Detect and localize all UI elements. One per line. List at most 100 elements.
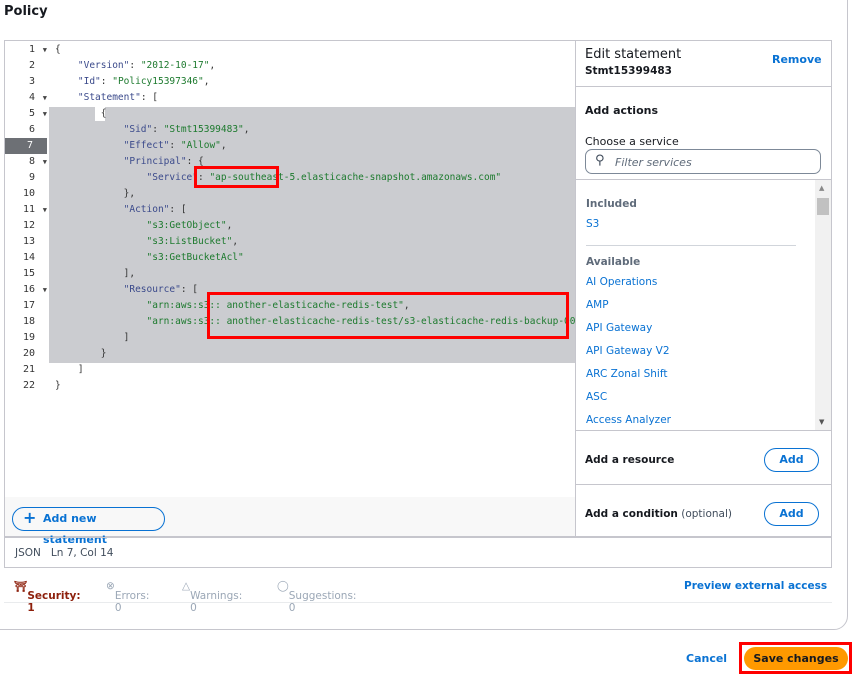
line-number: 21 [22,364,35,375]
service-item[interactable]: ARC Zonal Shift [586,368,667,380]
service-item[interactable]: API Gateway [586,322,652,334]
edit-statement-panel: Edit statement Stmt15399483 Remove Add a… [576,40,832,537]
code-line: "Statement": [ [77,92,158,103]
code-line: { [55,108,107,119]
statement-id: Stmt15399483 [585,65,672,77]
line-number: 7 [5,138,47,154]
divider [586,245,796,246]
add-resource-label: Add a resource [585,454,675,466]
line-number: 20 [22,348,35,359]
cursor-position: Ln 7, Col 14 [50,547,114,559]
code-line: { [55,44,61,55]
line-number: 13 [22,236,35,247]
line-number: 17 [22,300,35,311]
code-line: "s3:ListBucket", [146,236,239,247]
fold-arrow-icon[interactable]: ▼ [43,282,47,298]
fold-arrow-icon[interactable]: ▼ [43,90,47,106]
code-line: "Id": "Policy15397346", [77,76,210,87]
json-editor[interactable]: 1 ▼ 2 3 4 ▼ 5 ▼ 6 7 8 ▼ 9 10 11 ▼ 12 13 14 15 16 ▼ 17 18 19 20 21 2… [4,40,576,546]
errors-tab[interactable]: ⊗ Errors: 0 [106,580,149,614]
code-area[interactable]: { "Version": "2012-10-17", "Id": "Policy… [49,41,575,497]
line-number: 19 [22,332,35,343]
suggestions-tab[interactable]: ◯ Suggestions: 0 [277,580,356,614]
errors-count: Errors: 0 [114,590,150,614]
choose-service-label: Choose a service [585,135,679,148]
page-title: Policy [4,4,48,19]
code-line: }, [55,188,136,199]
service-list[interactable]: Included S3 Available ▲ ▼ AI Operations A… [576,179,831,431]
plus-icon: + [23,508,37,527]
scroll-down-icon[interactable]: ▼ [819,418,824,426]
panel-title: Edit statement [585,47,682,62]
line-gutter: 1 ▼ 2 3 4 ▼ 5 ▼ 6 7 8 ▼ 9 10 11 ▼ 12 13 14 15 16 ▼ 17 18 19 20 21 2… [5,41,49,497]
code-line: ] [55,332,130,343]
service-item[interactable]: Access Analyzer [586,414,671,426]
line-number: 16 ▼ [5,282,49,298]
line-number: 6 [28,124,35,135]
line-number: 1 ▼ [5,42,49,58]
suggestions-count: Suggestions: 0 [288,590,357,614]
code-line: "Sid": "Stmt15399483", [123,124,250,135]
filter-placeholder: Filter services [615,156,692,169]
line-number: 15 [22,268,35,279]
line-number: 9 [28,172,35,183]
fold-arrow-icon[interactable]: ▼ [43,202,47,218]
line-number: 10 [22,188,35,199]
add-resource-section: Add a resource Add [576,431,831,485]
scroll-up-icon[interactable]: ▲ [819,184,824,192]
fold-arrow-icon[interactable]: ▼ [43,154,47,170]
add-condition-label: Add a condition (optional) [585,508,732,520]
filter-services-input[interactable]: ⚲ Filter services [585,149,821,174]
code-line: ] [55,364,84,375]
add-condition-button[interactable]: Add [764,502,819,526]
code-line: "s3:GetBucketAcl" [146,252,244,263]
mode-label: JSON [15,547,41,559]
code-line: ], [55,268,136,279]
cancel-button[interactable]: Cancel [686,652,727,665]
fold-arrow-icon[interactable]: ▼ [43,42,47,58]
line-number: 4 ▼ [5,90,49,106]
line-number: 3 [28,76,35,87]
add-actions-heading: Add actions [585,104,658,117]
fold-arrow-icon[interactable]: ▼ [43,106,47,122]
scroll-thumb[interactable] [817,198,829,215]
code-line: "Effect": "Allow", [123,140,227,151]
highlight-box-resources [207,292,569,339]
service-item-s3[interactable]: S3 [586,218,599,230]
scrollbar[interactable]: ▲ ▼ [815,180,831,430]
optional-text: (optional) [681,508,732,520]
line-number: 5 ▼ [5,106,49,122]
included-heading: Included [586,198,637,210]
add-condition-text: Add a condition [585,508,678,520]
line-number: 14 [22,252,35,263]
line-number: 22 [22,380,35,391]
line-number: 12 [22,220,35,231]
code-line: "Version": "2012-10-17", [77,60,216,71]
highlight-box-save [739,642,852,674]
service-item[interactable]: AMP [586,299,609,311]
available-heading: Available [586,256,641,268]
remove-link[interactable]: Remove [772,53,822,66]
security-tab[interactable]: ⛩ Security: 1 [14,580,81,614]
add-new-statement-button[interactable]: + Add new statement [12,507,165,546]
search-icon: ⚲ [595,153,605,168]
line-number: 11 ▼ [5,202,49,218]
problems-bar: ⛩ Security: 1 ⊗ Errors: 0 △ Warnings: 0 … [4,570,832,614]
security-count: Security: 1 [27,590,81,614]
warnings-tab[interactable]: △ Warnings: 0 [182,580,242,614]
highlight-box-region [194,166,279,188]
service-item[interactable]: API Gateway V2 [586,345,670,357]
code-line: "Action": [ [123,204,187,215]
code-line: } [55,348,107,359]
line-number: 8 ▼ [5,154,49,170]
editor-status-bar: JSON Ln 7, Col 14 [4,537,832,568]
code-line: "Resource": [ [123,284,199,295]
line-number: 18 [22,316,35,327]
preview-external-access-link[interactable]: Preview external access [684,580,827,592]
add-resource-button[interactable]: Add [764,448,819,472]
warnings-count: Warnings: 0 [190,590,243,614]
code-line: "s3:GetObject", [146,220,233,231]
service-item[interactable]: ASC [586,391,607,403]
service-item[interactable]: AI Operations [586,276,657,288]
code-line: "Principal": { [123,156,204,167]
